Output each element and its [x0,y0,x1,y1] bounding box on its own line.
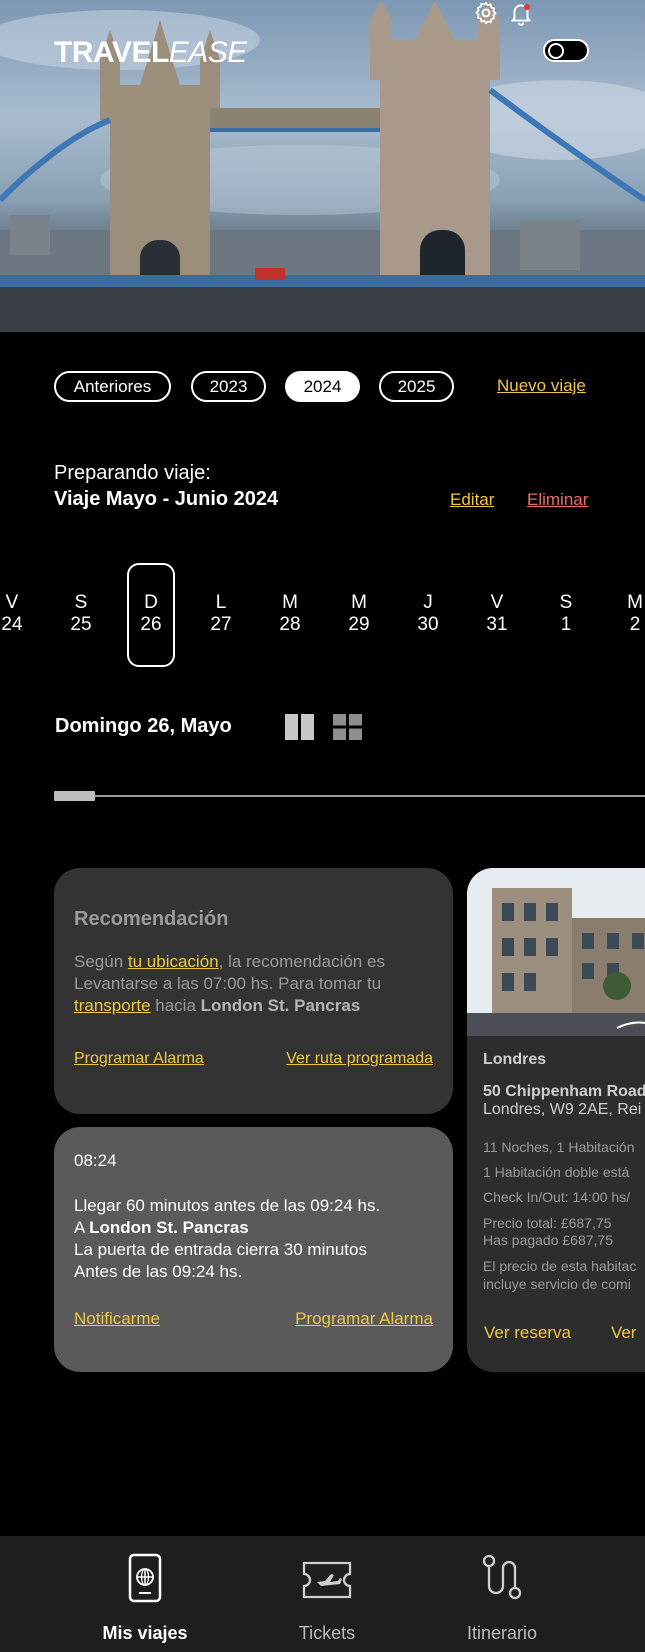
nav-label: Tickets [298,1623,356,1643]
delete-trip-link[interactable]: Eliminar [527,490,588,510]
route-icon [482,1554,522,1600]
hero-banner: TRAVELEASE [0,0,645,332]
location-link[interactable]: tu ubicación [128,952,219,971]
toggle-knob [548,43,564,59]
set-alarm-link[interactable]: Programar Alarma [295,1309,433,1329]
ticket-icon [302,1561,352,1599]
hotel-city: Londres [483,1051,547,1068]
bottom-navigation: Mis viajes Tickets Itinerario [0,1536,645,1652]
day-item[interactable]: M 29 [335,563,383,667]
recommendation-title: Recomendación [74,908,229,930]
day-item[interactable]: M 28 [266,563,314,667]
hotel-details: Londres 50 Chippenham Road Londres, W9 2… [483,1051,645,1293]
hotel-address: 50 Chippenham Road [483,1083,645,1100]
day-item[interactable]: J 30 [404,563,452,667]
filter-chip-anteriores[interactable]: Anteriores [54,371,171,402]
hotel-price-total: Precio total: £687,75 [483,1215,612,1231]
day-item[interactable]: L 27 [197,563,245,667]
view-booking-link[interactable]: Ver reserva [484,1323,571,1342]
hotel-actions: Ver reserva Ver [484,1323,636,1343]
reminder-card: 08:24 Llegar 60 minutos antes de las 09:… [54,1127,453,1372]
recommendation-text: Según tu ubicación, la recomendación es … [74,952,385,1015]
filter-chip-2024[interactable]: 2024 [285,371,360,402]
day-item[interactable]: S 25 [57,563,105,667]
day-item[interactable]: M2 [611,563,645,667]
trip-name: Viaje Mayo - Junio 2024 [54,488,279,510]
filter-chip-2023[interactable]: 2023 [191,371,266,402]
carousel-scroll-thumb[interactable] [54,791,95,801]
reminder-time: 08:24 [74,1151,117,1170]
hotel-checkin-info: Check In/Out: 14:00 hs/ [483,1189,631,1205]
reminder-text: Llegar 60 minutos antes de las 09:24 hs.… [74,1196,381,1281]
transport-link[interactable]: transporte [74,996,151,1015]
passport-icon [128,1553,162,1603]
hotel-note: incluye servicio de comi [483,1276,631,1292]
theme-toggle[interactable] [543,39,589,62]
hotel-room-info: 1 Habitación doble está [483,1164,630,1180]
columns-view-icon[interactable] [285,714,314,740]
hotel-note: El precio de esta habitac [483,1258,637,1274]
selected-date-title: Domingo 26, Mayo [55,715,232,737]
new-trip-link[interactable]: Nuevo viaje [497,376,586,396]
bell-icon[interactable] [508,0,534,26]
set-alarm-link[interactable]: Programar Alarma [74,1050,204,1068]
day-item[interactable]: S1 [542,563,590,667]
view-more-link[interactable]: Ver [611,1323,637,1342]
grid-view-icon[interactable] [333,714,362,740]
trip-status-label: Preparando viaje: [54,462,211,484]
nav-label: Itinerario [466,1623,538,1643]
hotel-booking-card[interactable]: Londres 50 Chippenham Road Londres, W9 2… [467,868,645,1372]
hotel-photo [467,868,645,1036]
day-item-selected[interactable]: D 26 [127,563,175,667]
nav-mis-viajes[interactable]: Mis viajes [55,1536,235,1652]
filter-chip-2025[interactable]: 2025 [379,371,454,402]
hotel-address-line2: Londres, W9 2AE, Rei [483,1101,642,1118]
notification-dot [523,4,530,11]
recommendation-card: Recomendación Según tu ubicación, la rec… [54,868,453,1114]
brand-logo[interactable]: TRAVELEASE [54,36,247,70]
hotel-paid: Has pagado £687,75 [483,1232,613,1248]
carousel-scroll-track[interactable] [54,795,645,797]
edit-trip-link[interactable]: Editar [450,490,494,510]
day-item[interactable]: V 31 [473,563,521,667]
nav-itinerario[interactable]: Itinerario [412,1536,592,1652]
hotel-stay-info: 11 Noches, 1 Habitación [483,1139,635,1155]
gear-icon[interactable] [473,0,499,26]
view-route-link[interactable]: Ver ruta programada [286,1050,433,1068]
nav-label: Mis viajes [102,1623,188,1643]
notify-me-link[interactable]: Notificarme [74,1309,160,1329]
nav-tickets[interactable]: Tickets [237,1536,417,1652]
day-item[interactable]: V 24 [0,563,36,667]
